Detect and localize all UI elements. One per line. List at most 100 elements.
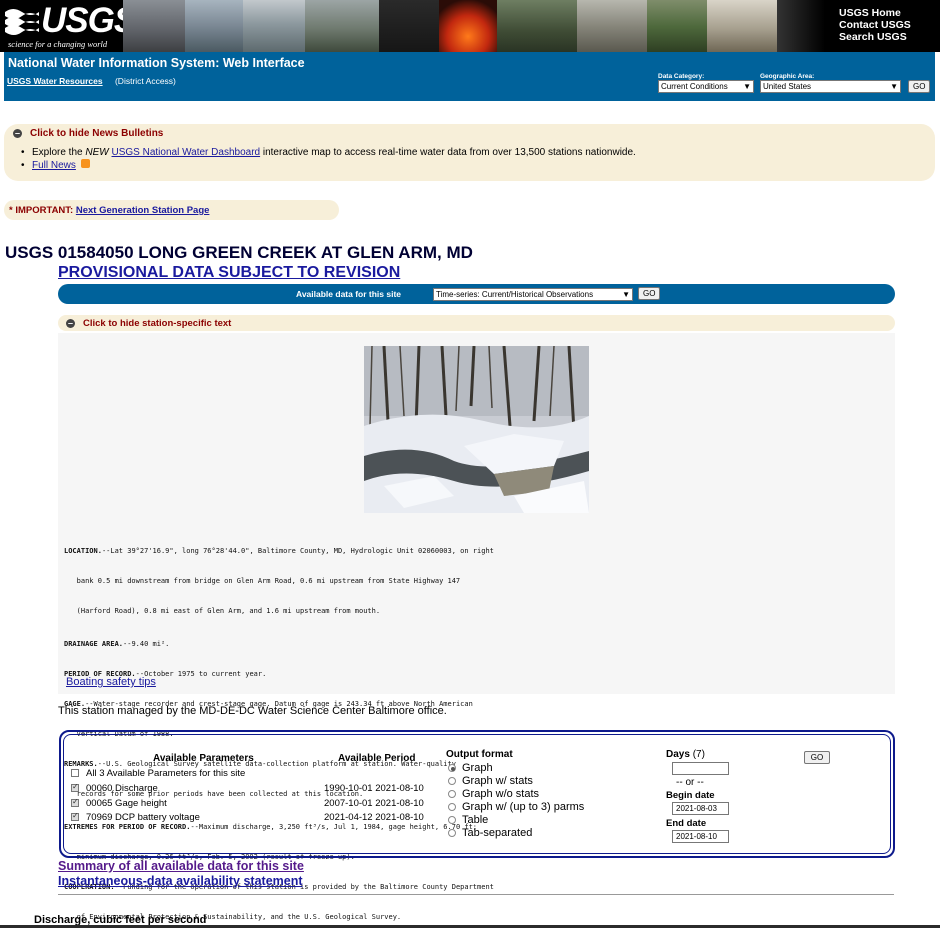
top-links: USGS Home Contact USGS Search USGS: [839, 7, 911, 43]
collapse-icon: –: [13, 128, 22, 138]
format-label: Graph w/o stats: [462, 788, 540, 800]
timeseries-go-button[interactable]: GO: [638, 287, 661, 300]
available-data-label: Available data for this site: [296, 289, 402, 299]
chevron-down-icon: ▼: [890, 82, 898, 91]
format-option-graph-parms[interactable]: Graph w/ (up to 3) parms: [448, 801, 584, 814]
parameter-period: 2007-10-01 2021-08-10: [324, 798, 424, 809]
format-label: Graph w/ (up to 3) parms: [462, 801, 585, 813]
news-item-suffix: interactive map to access real-time wate…: [260, 147, 636, 158]
news-bulletins-panel: –Click to hide News Bulletins Explore th…: [4, 124, 935, 181]
instantaneous-availability-link[interactable]: Instantaneous-data availability statemen…: [58, 874, 303, 888]
data-category-block: Data Category: Current Conditions ▼: [658, 73, 754, 93]
timeseries-select[interactable]: Time-series: Current/Historical Observat…: [433, 288, 633, 301]
usgs-logo[interactable]: USGS science for a changing world: [5, 1, 137, 49]
drainage-text: --9.40 mi².: [123, 640, 170, 648]
nwis-links: USGS Water Resources (District Access): [7, 76, 176, 86]
format-radio[interactable]: [448, 816, 456, 824]
format-radio[interactable]: [448, 790, 456, 798]
banner-photo-edge: [777, 0, 825, 52]
chevron-down-icon: ▼: [743, 82, 751, 91]
all-parameters-checkbox[interactable]: [71, 769, 79, 777]
parameter-period: 2021-04-12 2021-08-10: [324, 812, 424, 823]
output-format-header: Output format: [446, 749, 513, 760]
usgs-banner: USGS science for a changing world USGS H…: [0, 0, 940, 52]
parameter-row[interactable]: 00065 Gage height: [71, 797, 167, 809]
format-label: Tab-separated: [462, 827, 533, 839]
station-toggle-label: Click to hide station-specific text: [83, 318, 232, 329]
banner-photo-city: [123, 0, 185, 52]
contact-usgs-link[interactable]: Contact USGS: [839, 19, 911, 31]
managed-by-text: This station managed by the MD-DE-DC Wat…: [58, 705, 447, 717]
timeseries-value: Time-series: Current/Historical Observat…: [436, 290, 594, 299]
rss-icon[interactable]: [80, 159, 90, 168]
end-date-input[interactable]: 2021-08-10: [672, 830, 729, 843]
summary-data-link[interactable]: Summary of all available data for this s…: [58, 859, 304, 873]
location-text: --Lat 39°27'16.9", long 76°28'44.0", Bal…: [101, 547, 494, 555]
format-option-graph-no-stats[interactable]: Graph w/o stats: [448, 788, 539, 801]
location-label: LOCATION.: [64, 547, 102, 555]
parameter-row[interactable]: 70969 DCP battery voltage: [71, 811, 200, 823]
description-line: bank 0.5 mi downstream from bridge on Gl…: [64, 577, 461, 585]
banner-photo-strip: [123, 0, 825, 52]
or-text: -- or --: [676, 777, 704, 788]
description-line: LOCATION.--Lat 39°27'16.9", long 76°28'4…: [64, 546, 664, 556]
data-category-select[interactable]: Current Conditions ▼: [658, 80, 754, 93]
usgs-home-link[interactable]: USGS Home: [839, 7, 911, 19]
collapse-icon: –: [66, 318, 75, 328]
parameter-checkbox[interactable]: [71, 782, 79, 792]
begin-date-input[interactable]: 2021-08-03: [672, 802, 729, 815]
description-line: DRAINAGE AREA.--9.40 mi².: [64, 639, 664, 649]
format-radio[interactable]: [448, 803, 456, 811]
divider: [58, 894, 894, 895]
banner-photo-dark: [379, 0, 439, 52]
format-radio[interactable]: [448, 777, 456, 785]
site-photo: [364, 346, 589, 513]
available-period-header: Available Period: [338, 753, 416, 764]
format-option-graph-stats[interactable]: Graph w/ stats: [448, 775, 533, 788]
banner-photo-lava: [439, 0, 497, 52]
form-go-button[interactable]: GO: [804, 751, 830, 764]
all-parameters-row[interactable]: All 3 Available Parameters for this site: [71, 768, 245, 779]
station-text-toggle[interactable]: – Click to hide station-specific text: [66, 318, 231, 329]
parameter-form: Available Parameters Available Period Al…: [59, 730, 895, 858]
parameter-label: 00065 Gage height: [86, 798, 167, 809]
banner-photo-coast: [185, 0, 243, 52]
parameter-row[interactable]: 00060 Discharge: [71, 782, 158, 794]
header-go-button[interactable]: GO: [908, 80, 931, 93]
district-access-text: (District Access): [114, 76, 176, 86]
full-news-link[interactable]: Full News: [32, 160, 76, 171]
format-option-table[interactable]: Table: [448, 814, 488, 827]
water-resources-link[interactable]: USGS Water Resources: [7, 76, 103, 86]
format-option-tab-separated[interactable]: Tab-separated: [448, 827, 532, 840]
parameter-label: 00060 Discharge: [86, 783, 158, 794]
parameter-checkbox[interactable]: [71, 811, 79, 821]
usgs-wave-mark-icon: [5, 9, 39, 35]
format-option-graph[interactable]: Graph: [448, 762, 493, 775]
geographic-area-label: Geographic Area:: [760, 73, 815, 80]
provisional-data-link[interactable]: PROVISIONAL DATA SUBJECT TO REVISION: [58, 264, 400, 282]
search-usgs-link[interactable]: Search USGS: [839, 31, 911, 43]
page-title: USGS 01584050 LONG GREEN CREEK AT GLEN A…: [5, 243, 473, 262]
banner-photo-scientist: [707, 0, 777, 52]
news-toggle[interactable]: – Click to hide News Bulletins: [13, 128, 163, 139]
parameter-form-inner: Available Parameters Available Period Al…: [63, 734, 891, 854]
important-prefix: * IMPORTANT:: [9, 205, 76, 216]
format-label: Graph w/ stats: [462, 775, 533, 787]
banner-photo-wreck: [577, 0, 647, 52]
days-input[interactable]: [672, 762, 729, 775]
parameter-checkbox[interactable]: [71, 797, 79, 807]
boating-safety-link[interactable]: Boating safety tips: [66, 676, 156, 688]
news-toggle-label: Click to hide News Bulletins: [30, 128, 164, 139]
all-parameters-label: All 3 Available Parameters for this site: [86, 768, 246, 779]
usgs-logo-text: USGS: [41, 1, 137, 40]
news-item: Full News: [21, 159, 636, 172]
water-dashboard-link[interactable]: USGS National Water Dashboard: [112, 147, 261, 158]
format-radio[interactable]: [448, 829, 456, 837]
next-gen-station-link[interactable]: Next Generation Station Page: [76, 205, 210, 216]
format-radio[interactable]: [448, 764, 456, 772]
data-category-label: Data Category:: [658, 73, 705, 80]
geographic-area-select[interactable]: United States ▼: [760, 80, 901, 93]
begin-date-label: Begin date: [666, 790, 715, 801]
geographic-area-value: United States: [763, 82, 812, 91]
data-category-value: Current Conditions: [661, 82, 728, 91]
